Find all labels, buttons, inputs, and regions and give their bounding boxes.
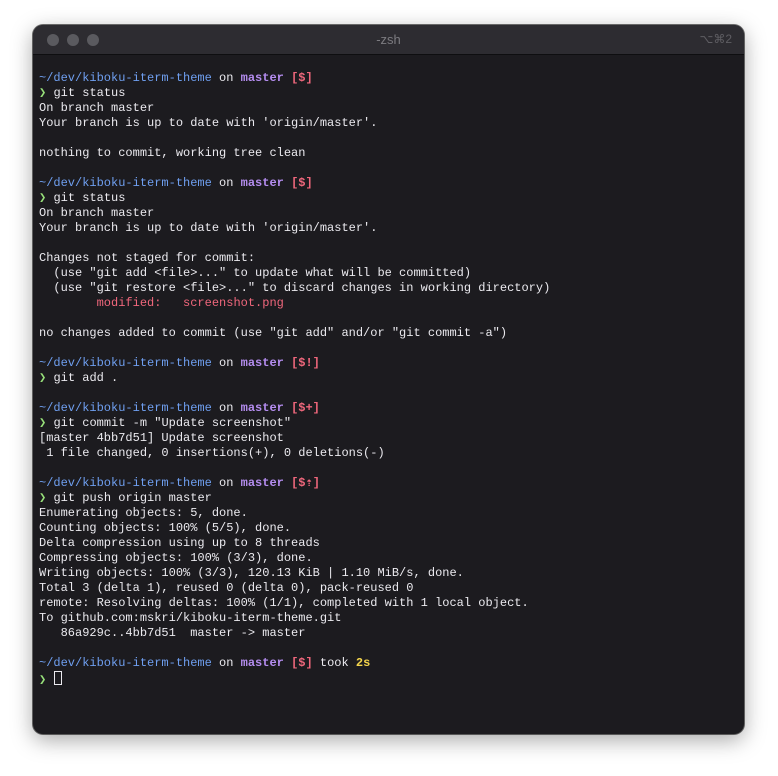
title-bar[interactable]: -zsh ⌥⌘2 <box>33 25 744 55</box>
prompt-on: on <box>219 71 234 85</box>
prompt-line: ~/dev/kiboku-iterm-theme on master [$+] <box>39 401 738 416</box>
git-status-indicator: [$+] <box>291 401 320 415</box>
prompt-branch: master <box>240 656 284 670</box>
prompt-on: on <box>219 356 234 370</box>
prompt-path: ~/dev/kiboku-iterm-theme <box>39 656 212 670</box>
output-line: [master 4bb7d51] Update screenshot <box>39 431 284 445</box>
command-text: git push origin master <box>53 491 212 505</box>
output-line: Enumerating objects: 5, done. <box>39 506 248 520</box>
text-cursor[interactable] <box>54 671 63 685</box>
output-line: Total 3 (delta 1), reused 0 (delta 0), p… <box>39 581 414 595</box>
prompt-branch: master <box>240 356 284 370</box>
modified-file-line: modified: screenshot.png <box>39 296 738 311</box>
output-line: Counting objects: 100% (5/5), done. <box>39 521 292 535</box>
output-line: On branch master <box>39 101 155 115</box>
prompt-arrow-icon: ❯ <box>39 673 47 687</box>
prompt-line: ~/dev/kiboku-iterm-theme on master [$!] <box>39 356 738 371</box>
output-line: remote: Resolving deltas: 100% (1/1), co… <box>39 596 529 610</box>
output-line: nothing to commit, working tree clean <box>39 146 306 160</box>
output-line: 86a929c..4bb7d51 master -> master <box>39 626 306 640</box>
prompt-arrow-icon: ❯ <box>39 491 47 505</box>
terminal-window: -zsh ⌥⌘2 ~/dev/kiboku-iterm-theme on mas… <box>33 25 744 734</box>
modified-file: screenshot.png <box>183 296 284 310</box>
output-line: no changes added to commit (use "git add… <box>39 326 508 340</box>
command-line: ❯ git status <box>39 86 738 101</box>
prompt-branch: master <box>240 176 284 190</box>
prompt-line: ~/dev/kiboku-iterm-theme on master [$] t… <box>39 656 738 671</box>
prompt-path: ~/dev/kiboku-iterm-theme <box>39 71 212 85</box>
prompt-arrow-icon: ❯ <box>39 371 47 385</box>
command-duration: 2s <box>355 656 371 670</box>
prompt-line: ~/dev/kiboku-iterm-theme on master [$⇡] <box>39 476 738 491</box>
command-text: git status <box>53 191 126 205</box>
command-text: git commit -m "Update screenshot" <box>53 416 292 430</box>
command-line: ❯ git status <box>39 191 738 206</box>
output-line: Compressing objects: 100% (3/3), done. <box>39 551 313 565</box>
output-line: Your branch is up to date with 'origin/m… <box>39 221 378 235</box>
prompt-arrow-icon: ❯ <box>39 416 47 430</box>
output-line: On branch master <box>39 206 155 220</box>
prompt-on: on <box>219 476 234 490</box>
prompt-path: ~/dev/kiboku-iterm-theme <box>39 401 212 415</box>
command-text: git add . <box>53 371 119 385</box>
git-status-indicator: [$⇡] <box>291 476 320 490</box>
output-line: (use "git restore <file>..." to discard … <box>39 281 551 295</box>
command-line: ❯ git push origin master <box>39 491 738 506</box>
modified-label: modified: <box>39 296 184 310</box>
output-line: Delta compression using up to 8 threads <box>39 536 320 550</box>
prompt-branch: master <box>240 401 284 415</box>
prompt-on: on <box>219 656 234 670</box>
prompt-path: ~/dev/kiboku-iterm-theme <box>39 476 212 490</box>
output-line: Your branch is up to date with 'origin/m… <box>39 116 378 130</box>
prompt-branch: master <box>240 476 284 490</box>
git-status-indicator: [$!] <box>291 356 320 370</box>
git-status-indicator: [$] <box>291 71 313 85</box>
prompt-arrow-icon: ❯ <box>39 86 47 100</box>
prompt-path: ~/dev/kiboku-iterm-theme <box>39 356 212 370</box>
window-title: -zsh <box>376 32 401 47</box>
prompt-on: on <box>219 176 234 190</box>
output-line: (use "git add <file>..." to update what … <box>39 266 472 280</box>
prompt-path: ~/dev/kiboku-iterm-theme <box>39 176 212 190</box>
terminal-output[interactable]: ~/dev/kiboku-iterm-theme on master [$] ❯… <box>39 71 738 687</box>
prompt-branch: master <box>240 71 284 85</box>
output-line: 1 file changed, 0 insertions(+), 0 delet… <box>39 446 385 460</box>
output-line: Changes not staged for commit: <box>39 251 256 265</box>
command-line: ❯ git commit -m "Update screenshot" <box>39 416 738 431</box>
command-text: git status <box>53 86 126 100</box>
git-status-indicator: [$] <box>291 656 313 670</box>
prompt-line: ~/dev/kiboku-iterm-theme on master [$] <box>39 176 738 191</box>
command-line: ❯ git add . <box>39 371 738 386</box>
took-label: took <box>319 656 349 670</box>
window-shortcut: ⌥⌘2 <box>699 32 732 46</box>
prompt-on: on <box>219 401 234 415</box>
output-line: To github.com:mskri/kiboku-iterm-theme.g… <box>39 611 342 625</box>
output-line: Writing objects: 100% (3/3), 120.13 KiB … <box>39 566 464 580</box>
git-status-indicator: [$] <box>291 176 313 190</box>
command-line[interactable]: ❯ <box>39 671 738 687</box>
prompt-arrow-icon: ❯ <box>39 191 47 205</box>
prompt-line: ~/dev/kiboku-iterm-theme on master [$] <box>39 71 738 86</box>
